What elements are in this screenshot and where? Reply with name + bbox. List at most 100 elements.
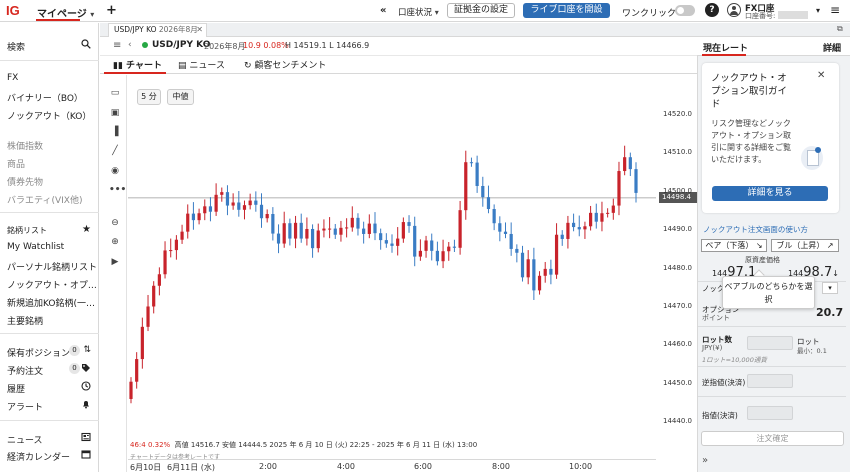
- tab-sentiment-label: 顧客センチメント: [254, 61, 327, 71]
- sidebar: 検索 FX バイナリー（BO） ノックアウト（KO） 株価指数 商品 債券先物 …: [0, 23, 99, 472]
- margin-setting-button[interactable]: 証拠金の設定: [447, 3, 515, 18]
- confirm-order-button[interactable]: 注文確定: [701, 431, 844, 446]
- candlestick-chart[interactable]: [128, 75, 656, 460]
- tab-detail[interactable]: 詳細: [823, 41, 841, 54]
- limit-input[interactable]: [747, 406, 793, 420]
- open-live-account-button[interactable]: ライブ口座を開設: [523, 3, 610, 18]
- candle: [197, 208, 201, 225]
- candle: [180, 224, 184, 244]
- watchlist-item[interactable]: My Watchlist: [7, 242, 64, 252]
- candle: [214, 183, 218, 216]
- tab-current-rate[interactable]: 現在レート: [703, 41, 748, 54]
- zoom-in-icon[interactable]: ⊕: [109, 237, 121, 247]
- restore-window-icon[interactable]: ⧉: [837, 24, 843, 34]
- high-low: H 14519.1 L 14466.9: [285, 41, 370, 50]
- indicator-icon[interactable]: ▣: [109, 108, 121, 118]
- candle: [146, 294, 150, 332]
- bar-chart-icon[interactable]: ▐: [109, 127, 121, 137]
- lot-input[interactable]: [747, 336, 793, 350]
- sidebar-item-orders[interactable]: 予約注文: [7, 364, 43, 377]
- star-icon[interactable]: ★: [82, 224, 91, 235]
- chart-type-icon[interactable]: ▭: [109, 88, 121, 98]
- main-menu-icon[interactable]: ≡: [830, 3, 840, 17]
- positions-count-badge: 0: [69, 345, 80, 356]
- candle: [577, 215, 581, 237]
- candle: [379, 228, 383, 250]
- account-chevron-down-icon[interactable]: ▾: [816, 6, 820, 15]
- calendar-icon[interactable]: [81, 449, 91, 462]
- divider: [0, 420, 99, 421]
- collapse-left-icon[interactable]: ‹: [128, 40, 132, 50]
- pencil-icon[interactable]: ╱: [109, 146, 121, 156]
- play-to-end-icon[interactable]: ▶: [109, 257, 121, 267]
- tab-news[interactable]: ▤ ニュース: [178, 58, 225, 71]
- candle: [220, 187, 224, 202]
- bull-label: ブル（上昇）: [776, 241, 825, 250]
- bear-button[interactable]: ベア（下落） ↘: [701, 239, 767, 252]
- candle: [560, 230, 564, 246]
- chevron-down-icon: ▾: [90, 10, 95, 19]
- active-tab-underline: [104, 72, 166, 74]
- collapse-panel-icon[interactable]: »: [702, 455, 708, 466]
- select-direction-tooltip: ベアブルのどちらかを選択: [722, 276, 815, 309]
- tab-month: 2026年8月: [158, 25, 198, 34]
- candle: [282, 211, 286, 248]
- candle: [350, 206, 354, 232]
- watchlist-item[interactable]: ノックアウト・オプ…: [7, 278, 97, 291]
- sidebar-item-knockout[interactable]: ノックアウト（KO）: [7, 109, 91, 122]
- knockout-level-dropdown[interactable]: ▾: [822, 282, 838, 294]
- guide-card-title: ノックアウト・オプション取引ガイド: [711, 73, 788, 110]
- view-details-button[interactable]: 詳細を見る: [712, 186, 828, 201]
- sidebar-item-calendar[interactable]: 経済カレンダー: [7, 450, 70, 463]
- candle: [157, 267, 161, 296]
- candle: [515, 244, 519, 263]
- guide-card-body: リスク管理などノックアウト・オプション取引に関する詳細をご覧いただけます。: [711, 119, 791, 164]
- y-tick-label: 14450.0: [663, 378, 692, 387]
- sidebar-item-positions[interactable]: 保有ポジション: [7, 346, 70, 359]
- sidebar-item-history[interactable]: 履歴: [7, 382, 25, 395]
- bull-button[interactable]: ブル（上昇） ↗: [771, 239, 839, 252]
- sidebar-item-fx[interactable]: FX: [7, 73, 18, 83]
- sidebar-item-news[interactable]: ニュース: [7, 433, 43, 446]
- close-icon[interactable]: ✕: [817, 70, 825, 81]
- sidebar-item-alerts[interactable]: アラート: [7, 400, 43, 413]
- ig-logo[interactable]: IG: [6, 3, 20, 18]
- stop-input[interactable]: [747, 374, 793, 388]
- swap-arrows-icon[interactable]: ⇅: [83, 345, 91, 355]
- newspaper-icon: ▤: [178, 61, 187, 71]
- sidebar-item-variety: バラエティ(VIX他): [7, 196, 83, 206]
- tab-usdjpy-ko[interactable]: USD/JPY KO 2026年8月 ✕: [108, 23, 207, 37]
- account-status-menu[interactable]: 口座状況 ▾: [398, 6, 439, 18]
- eye-icon[interactable]: ◉: [109, 166, 121, 176]
- watchlist-item[interactable]: 新規追加KO銘柄(一…: [7, 296, 95, 309]
- knockout-howto-link[interactable]: ノックアウト注文画面の使い方: [703, 224, 808, 235]
- candle: [288, 218, 292, 246]
- clock-history-icon[interactable]: [81, 381, 91, 394]
- x-tick-label: 4:00: [337, 462, 355, 471]
- chart-menu-icon[interactable]: ≡: [113, 40, 121, 51]
- orders-count-badge: 0: [69, 363, 80, 374]
- add-tab-button[interactable]: +: [106, 3, 117, 18]
- close-icon[interactable]: ✕: [196, 24, 203, 36]
- tab-sentiment[interactable]: ↻ 顧客センチメント: [244, 58, 326, 71]
- search-icon[interactable]: [81, 39, 91, 52]
- tag-icon[interactable]: [81, 363, 91, 376]
- help-icon[interactable]: ?: [705, 3, 719, 17]
- newspaper-icon[interactable]: [81, 432, 91, 445]
- collapse-arrows-icon[interactable]: «: [380, 5, 386, 16]
- candle: [611, 198, 615, 220]
- tab-chart[interactable]: ▮▮ チャート: [113, 58, 162, 71]
- more-icon[interactable]: •••: [109, 185, 126, 195]
- watchlist-item[interactable]: パーソナル銘柄リスト: [7, 260, 97, 273]
- bell-icon[interactable]: [81, 399, 91, 412]
- sidebar-item-binary[interactable]: バイナリー（BO）: [7, 91, 83, 104]
- chart-info-line: 46:4 0.32% 高値 14516.7 安値 14444.5 2025 年 …: [130, 440, 477, 450]
- user-avatar-icon[interactable]: [727, 3, 741, 17]
- one-click-toggle[interactable]: [675, 5, 695, 16]
- candle: [191, 202, 196, 230]
- my-page-menu[interactable]: マイページ ▾: [37, 5, 94, 20]
- sidebar-search[interactable]: 検索: [7, 40, 25, 53]
- candle: [554, 223, 559, 279]
- watchlist-item[interactable]: 主要銘柄: [7, 314, 43, 327]
- zoom-out-icon[interactable]: ⊖: [109, 218, 121, 228]
